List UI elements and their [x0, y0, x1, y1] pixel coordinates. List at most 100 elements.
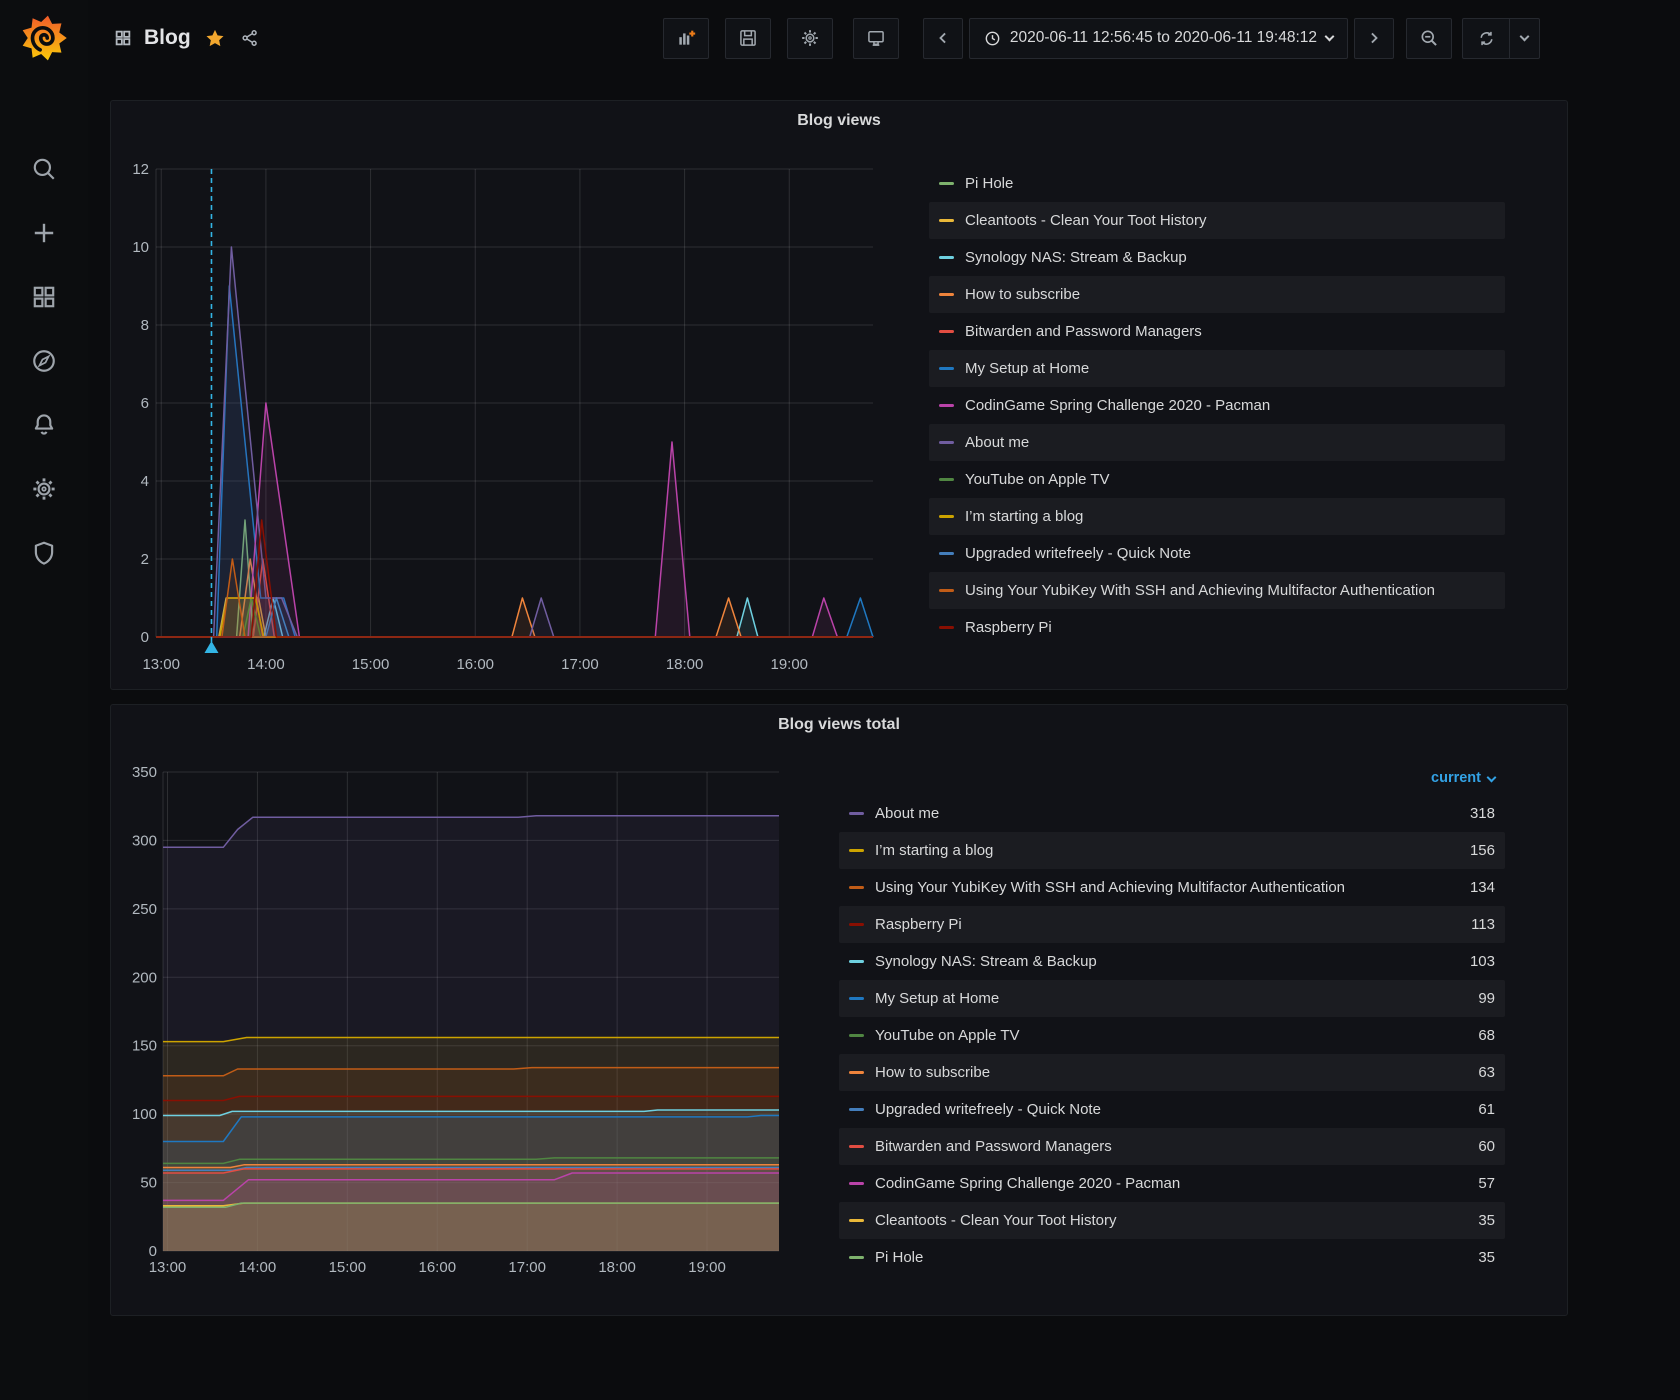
legend-series-marker[interactable] [849, 923, 864, 926]
panel-title[interactable]: Blog views total [111, 705, 1567, 734]
grafana-logo-icon[interactable] [18, 12, 70, 64]
favorite-star-icon[interactable] [205, 28, 225, 48]
legend-series-label: Synology NAS: Stream & Backup [965, 249, 1187, 266]
dashboard-settings-button[interactable] [787, 18, 833, 59]
legend-series-label: Upgraded writefreely - Quick Note [965, 545, 1191, 562]
legend-series-marker[interactable] [849, 849, 864, 852]
share-icon[interactable] [241, 29, 259, 47]
legend-item[interactable]: About me318 [839, 795, 1505, 832]
legend-item[interactable]: Raspberry Pi [929, 609, 1505, 646]
legend-series-marker[interactable] [939, 219, 954, 222]
legend-series-marker[interactable] [939, 256, 954, 259]
add-icon[interactable] [31, 220, 57, 246]
legend-series-label: About me [875, 805, 939, 822]
legend-item[interactable]: How to subscribe63 [839, 1054, 1505, 1091]
sidebar [0, 0, 88, 1400]
legend-series-marker[interactable] [849, 960, 864, 963]
legend-series-marker[interactable] [849, 1145, 864, 1148]
refresh-icon[interactable] [1463, 19, 1509, 58]
legend-series-marker[interactable] [939, 478, 954, 481]
dashboard-grid-icon[interactable] [114, 29, 132, 47]
legend-item[interactable]: Using Your YubiKey With SSH and Achievin… [839, 869, 1505, 906]
legend-series-marker[interactable] [849, 1256, 864, 1259]
legend-series-marker[interactable] [849, 1182, 864, 1185]
legend-series-marker[interactable] [939, 441, 954, 444]
panel-title[interactable]: Blog views [111, 101, 1567, 130]
legend-series-marker[interactable] [849, 1071, 864, 1074]
dashboards-icon[interactable] [31, 284, 57, 310]
legend-series-marker[interactable] [939, 367, 954, 370]
add-panel-button[interactable] [663, 18, 709, 59]
legend-item[interactable]: Cleantoots - Clean Your Toot History 35 [839, 1202, 1505, 1239]
legend-item[interactable]: Pi Hole [929, 165, 1505, 202]
legend-series-value: 156 [1456, 842, 1495, 859]
time-range-picker-button[interactable]: 2020-06-11 12:56:45 to 2020-06-11 19:48:… [969, 18, 1348, 59]
legend-item[interactable]: I’m starting a blog [929, 498, 1505, 535]
legend-item[interactable]: CodinGame Spring Challenge 2020 - Pacman… [839, 1165, 1505, 1202]
configuration-gear-icon[interactable] [31, 476, 57, 502]
legend-item[interactable]: Upgraded writefreely - Quick Note61 [839, 1091, 1505, 1128]
legend-series-value: 35 [1464, 1249, 1495, 1266]
legend-series-marker[interactable] [939, 552, 954, 555]
legend-series-marker[interactable] [849, 812, 864, 815]
legend-series-value: 68 [1464, 1027, 1495, 1044]
legend-item[interactable]: Pi Hole35 [839, 1239, 1505, 1276]
legend-series-value: 35 [1464, 1212, 1495, 1229]
zoom-out-button[interactable] [1406, 18, 1452, 59]
legend-item[interactable]: About me [929, 424, 1505, 461]
refresh-interval-dropdown[interactable] [1509, 19, 1539, 58]
panel-blog-views-total: Blog views total 05010015020025030035013… [110, 704, 1568, 1316]
legend-series-marker[interactable] [849, 997, 864, 1000]
alerting-bell-icon[interactable] [31, 412, 57, 438]
legend-item[interactable]: Synology NAS: Stream & Backup103 [839, 943, 1505, 980]
legend-item[interactable]: Raspberry Pi113 [839, 906, 1505, 943]
legend-item[interactable]: I’m starting a blog156 [839, 832, 1505, 869]
legend-item[interactable]: Upgraded writefreely - Quick Note [929, 535, 1505, 572]
save-dashboard-button[interactable] [725, 18, 771, 59]
search-icon[interactable] [31, 156, 57, 182]
legend-item[interactable]: YouTube on Apple TV [929, 461, 1505, 498]
legend-sort-current[interactable]: current [839, 761, 1505, 795]
legend-series-marker[interactable] [939, 404, 954, 407]
dashboard-grid: Blog views 02468101213:0014:0015:0016:00… [88, 76, 1680, 1316]
legend-item[interactable]: My Setup at Home99 [839, 980, 1505, 1017]
legend-item[interactable]: How to subscribe [929, 276, 1505, 313]
legend-item[interactable]: CodinGame Spring Challenge 2020 - Pacman [929, 387, 1505, 424]
blog-views-total-chart[interactable]: 05010015020025030035013:0014:0015:0016:0… [131, 749, 911, 1294]
legend-series-label: Upgraded writefreely - Quick Note [875, 1101, 1101, 1118]
legend-item[interactable]: My Setup at Home [929, 350, 1505, 387]
svg-text:15:00: 15:00 [329, 1259, 367, 1276]
cycle-view-mode-button[interactable] [853, 18, 899, 59]
legend-item[interactable]: Cleantoots - Clean Your Toot History [929, 202, 1505, 239]
blog-views-chart[interactable]: 02468101213:0014:0015:0016:0017:0018:001… [131, 145, 911, 685]
svg-text:15:00: 15:00 [352, 656, 390, 673]
legend-series-marker[interactable] [939, 330, 954, 333]
legend-item[interactable]: Bitwarden and Password Managers [929, 313, 1505, 350]
svg-text:4: 4 [141, 473, 149, 490]
legend-item[interactable]: YouTube on Apple TV68 [839, 1017, 1505, 1054]
legend-series-label: Bitwarden and Password Managers [875, 1138, 1112, 1155]
legend-series-marker[interactable] [939, 293, 954, 296]
legend-series-marker[interactable] [849, 1219, 864, 1222]
time-range-forward-button[interactable] [1354, 18, 1394, 59]
legend-series-marker[interactable] [939, 515, 954, 518]
legend-item[interactable]: Synology NAS: Stream & Backup [929, 239, 1505, 276]
legend-series-marker[interactable] [939, 626, 954, 629]
legend-series-label: Cleantoots - Clean Your Toot History [875, 1212, 1117, 1229]
legend-series-marker[interactable] [849, 1108, 864, 1111]
dashboard-title[interactable]: Blog [144, 26, 191, 50]
svg-text:350: 350 [132, 764, 157, 781]
legend-series-marker[interactable] [939, 182, 954, 185]
server-admin-shield-icon[interactable] [31, 540, 57, 566]
legend-series-marker[interactable] [849, 886, 864, 889]
time-range-back-button[interactable] [923, 18, 963, 59]
legend-series-value: 60 [1464, 1138, 1495, 1155]
legend-series-value: 57 [1464, 1175, 1495, 1192]
legend-series-marker[interactable] [849, 1034, 864, 1037]
legend-series-marker[interactable] [939, 589, 954, 592]
legend-item[interactable]: Using Your YubiKey With SSH and Achievin… [929, 572, 1505, 609]
legend-series-label: Pi Hole [965, 175, 1013, 192]
explore-compass-icon[interactable] [31, 348, 57, 374]
legend-item[interactable]: Bitwarden and Password Managers 60 [839, 1128, 1505, 1165]
time-range-text: 2020-06-11 12:56:45 to 2020-06-11 19:48:… [1010, 29, 1317, 47]
